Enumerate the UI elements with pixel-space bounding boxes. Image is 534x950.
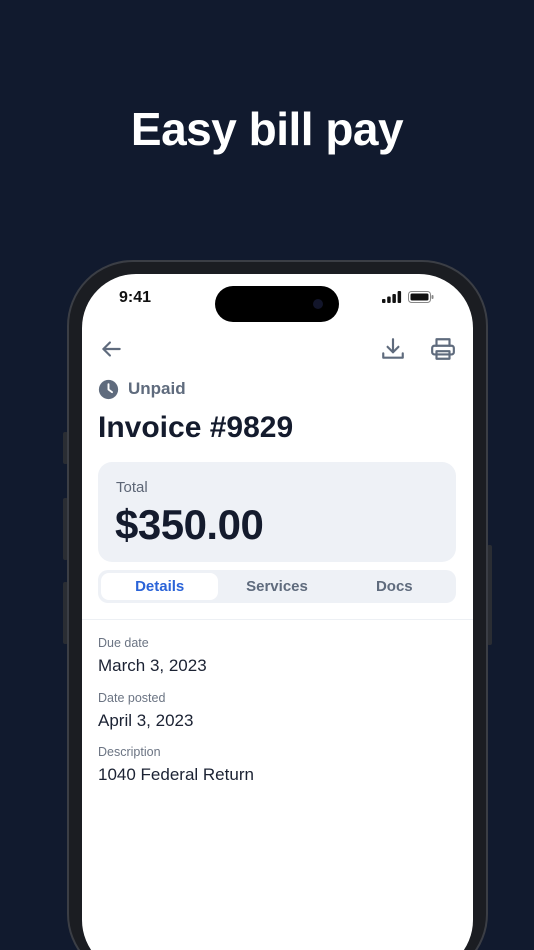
arrow-left-icon[interactable] — [98, 336, 124, 362]
due-date-label: Due date — [98, 636, 149, 650]
headline: Easy bill pay — [130, 103, 404, 155]
total-amount: $350.00 — [115, 501, 264, 548]
date-posted-field: Date posted April 3, 2023 — [98, 691, 193, 731]
download-icon[interactable] — [380, 336, 406, 362]
divider — [82, 619, 473, 620]
date-posted-label: Date posted — [98, 691, 166, 705]
status-bar-time: 9:41 — [119, 289, 152, 306]
signal-icon — [382, 291, 402, 303]
date-posted-value: April 3, 2023 — [98, 711, 194, 730]
invoice-status: Unpaid — [98, 378, 186, 400]
total-label: Total — [116, 479, 148, 496]
description-label: Description — [98, 745, 161, 759]
tab-bar: Details Services Docs — [98, 570, 456, 603]
battery-icon — [408, 291, 434, 303]
dynamic-island — [215, 286, 339, 322]
printer-icon[interactable] — [430, 336, 456, 362]
page-title: Invoice #9829 — [98, 411, 294, 444]
clock-icon — [98, 379, 119, 399]
tab-docs[interactable]: Docs — [336, 573, 453, 600]
due-date-value: March 3, 2023 — [98, 656, 207, 675]
tab-services[interactable]: Services — [218, 573, 335, 600]
description-field: Description 1040 Federal Return — [98, 745, 254, 785]
description-value: 1040 Federal Return — [98, 765, 254, 784]
total-card: Total $350.00 — [98, 462, 456, 562]
due-date-field: Due date March 3, 2023 — [98, 636, 207, 676]
tab-details[interactable]: Details — [101, 573, 219, 600]
status-badge: Unpaid — [128, 379, 186, 398]
phone-screen: 9:41 Unpaid Invoice #9829 Total $350.00 … — [82, 274, 473, 950]
camera-icon — [313, 299, 323, 309]
